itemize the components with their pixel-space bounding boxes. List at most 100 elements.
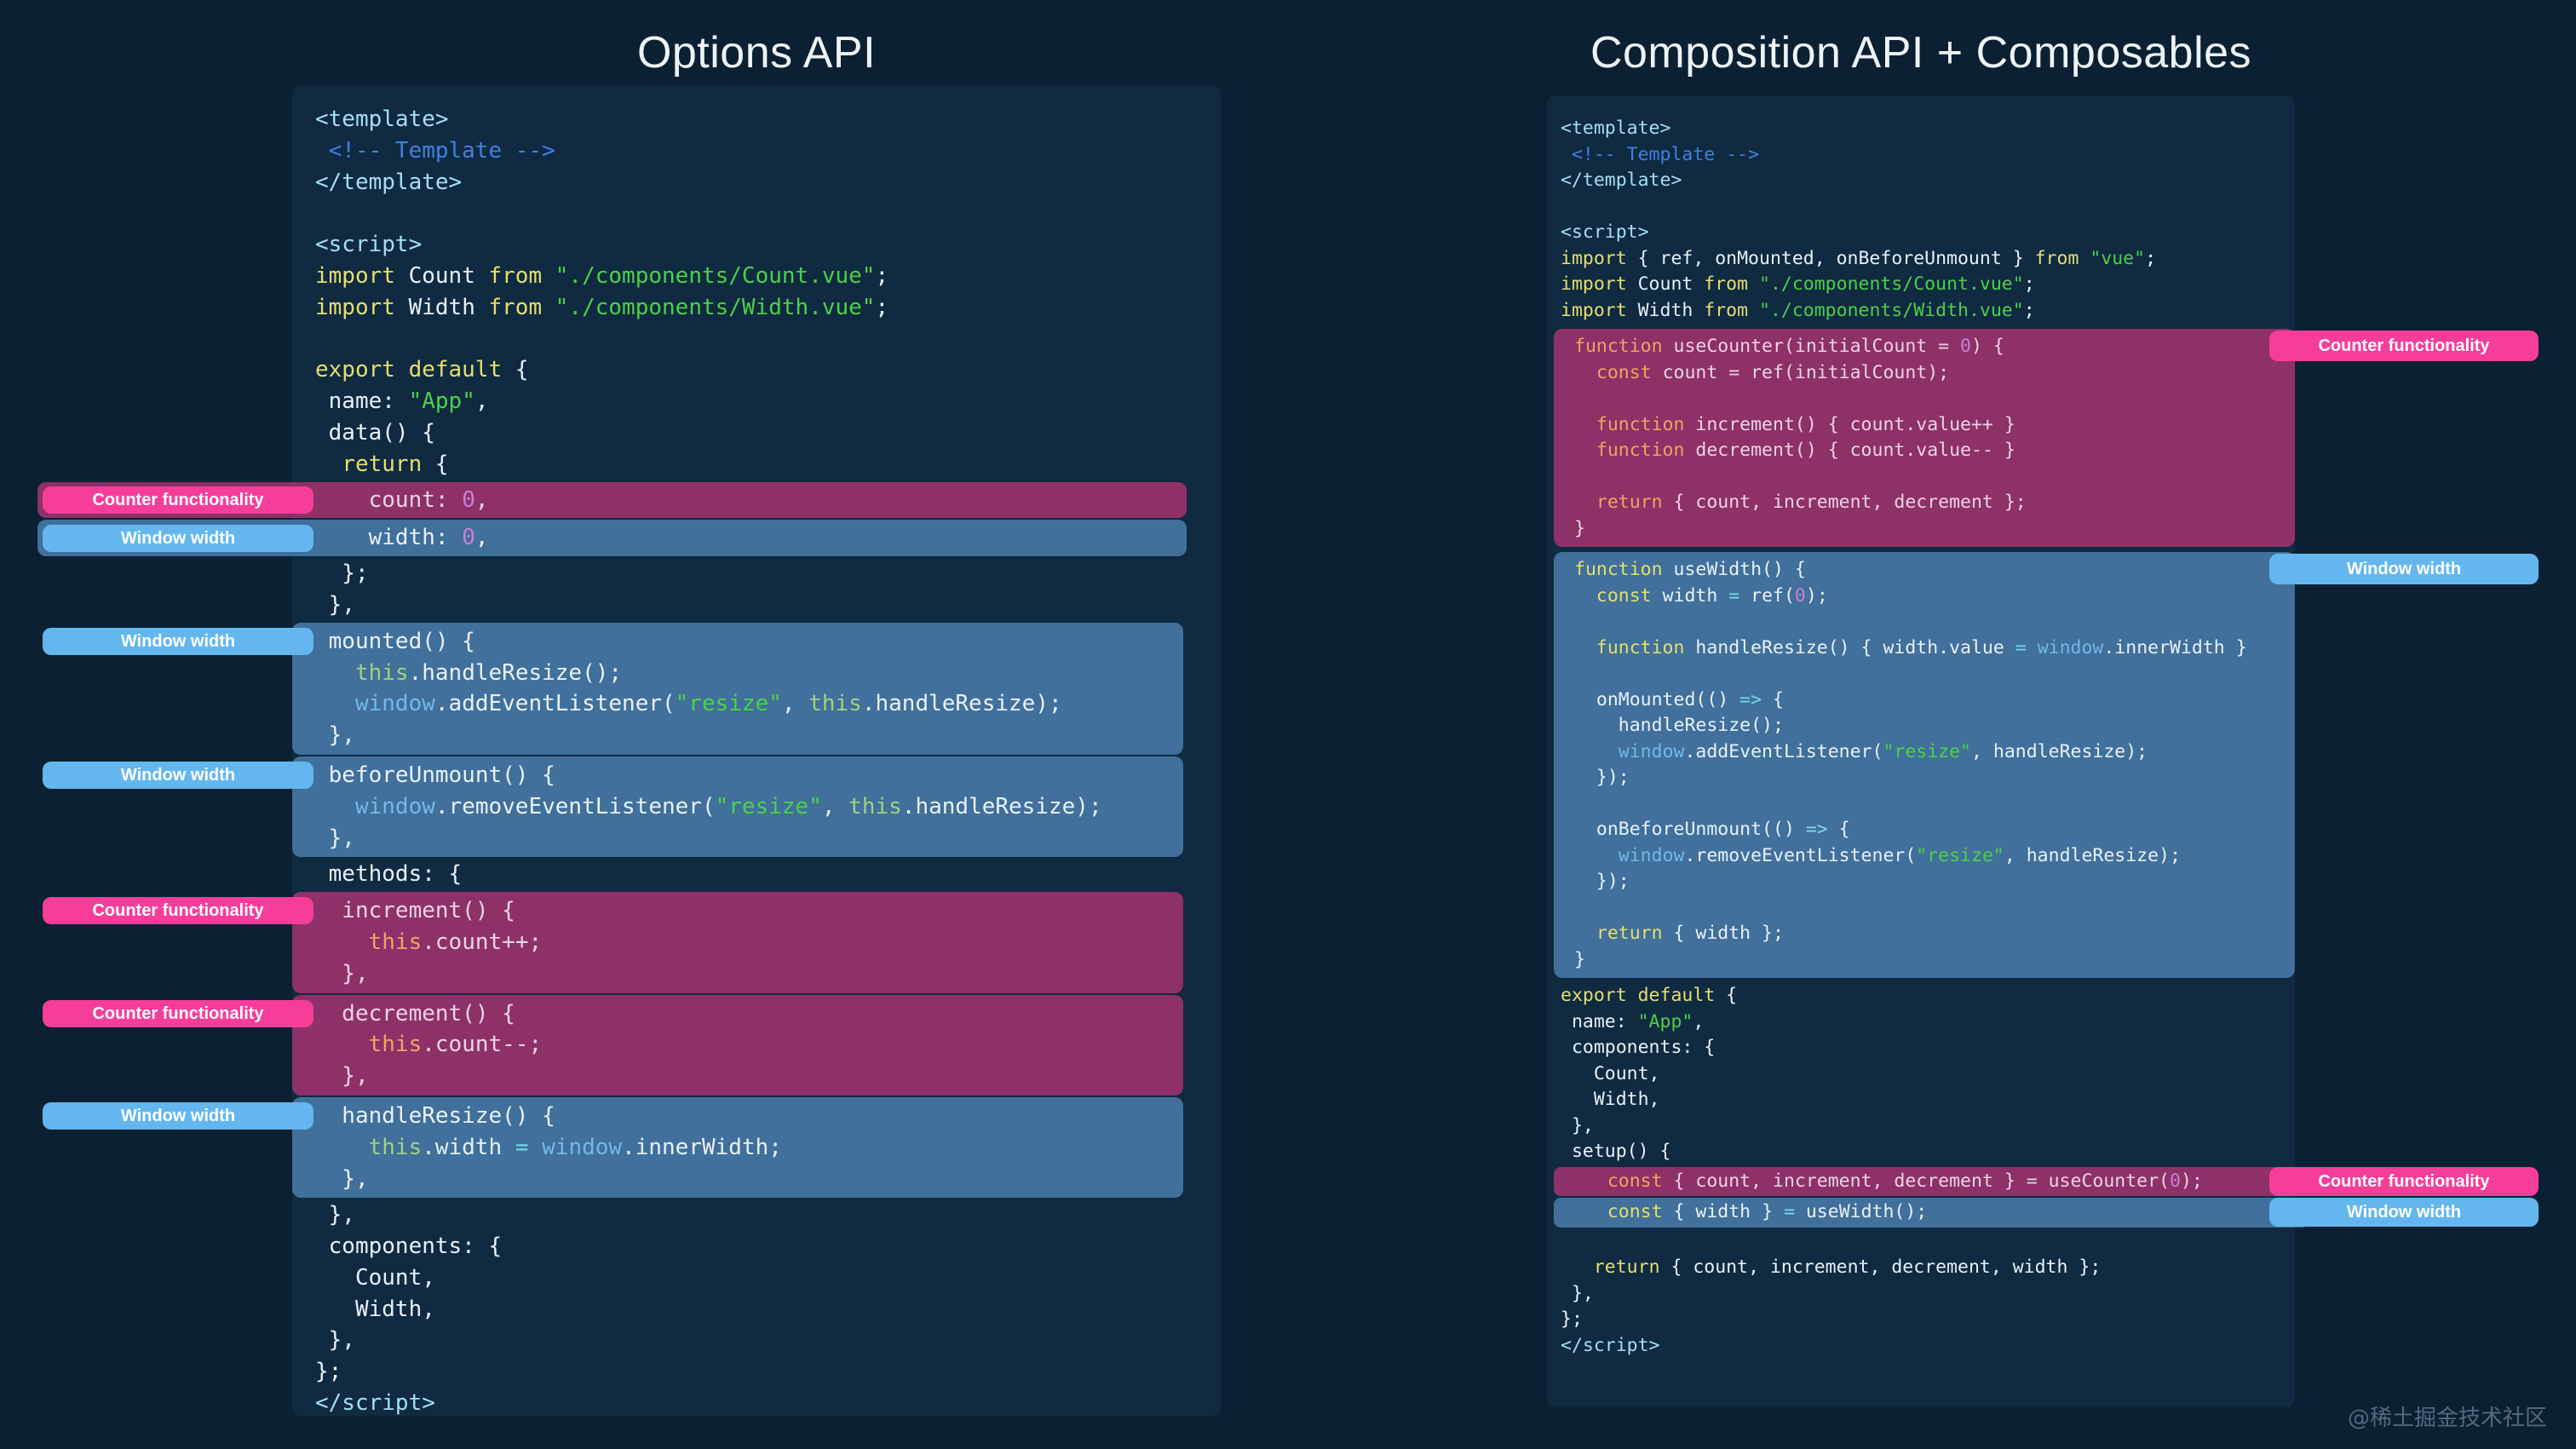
- code-line: export default {: [1561, 983, 2295, 1009]
- code-line: [1574, 661, 2295, 687]
- code-line: data() {: [315, 417, 1221, 449]
- label-pill-counter: Counter functionality: [43, 897, 313, 924]
- code-line: </template>: [315, 167, 1221, 198]
- page: { "page": { "watermark": "@稀土掘金技术社区", "b…: [0, 0, 2576, 1449]
- code-line: [1561, 194, 2295, 221]
- code-line: export default {: [315, 354, 1221, 386]
- code-line: return { count, increment, decrement };: [1574, 490, 2295, 516]
- label-pill-width: Window width: [43, 1102, 313, 1130]
- code-line: beforeUnmount() {: [315, 760, 1183, 791]
- code-line: }: [1574, 947, 2295, 974]
- code-line: this.count--;: [315, 1029, 1183, 1061]
- code-line: },: [315, 823, 1183, 854]
- code-line: }: [1574, 516, 2295, 543]
- code-line: return {: [315, 449, 1221, 480]
- label-pill-width: Window width: [43, 762, 313, 789]
- label-pill-width: Window width: [2269, 1198, 2539, 1227]
- code-line: [1574, 609, 2295, 635]
- code-line: Width,: [315, 1294, 1221, 1325]
- code-line: },: [1561, 1113, 2295, 1140]
- code-line: });: [1574, 869, 2295, 895]
- label-pill-counter: Counter functionality: [43, 486, 313, 514]
- highlight-block-pink: count: 0,Counter functionality: [37, 482, 1187, 519]
- code-line: [315, 324, 1221, 355]
- code-line: </script>: [1561, 1333, 2295, 1360]
- code-line: this.width = window.innerWidth;: [315, 1132, 1183, 1164]
- code-line: Width,: [1561, 1087, 2295, 1113]
- code-line: <script>: [315, 229, 1221, 261]
- code-line: [315, 198, 1221, 229]
- code-line: };: [1561, 1307, 2295, 1333]
- code-line: return { count, increment, decrement, wi…: [1561, 1255, 2295, 1281]
- code-line: <!-- Template -->: [315, 135, 1221, 167]
- code-line: },: [315, 1325, 1221, 1356]
- highlight-block-pink: function useCounter(initialCount = 0) { …: [1554, 329, 2295, 547]
- code-line: </script>: [315, 1388, 1221, 1419]
- code-line: function useCounter(initialCount = 0) {: [1574, 334, 2295, 360]
- code-line: increment() {: [315, 895, 1183, 927]
- code-line: mounted() {: [315, 626, 1183, 658]
- code-line: count: 0,: [315, 485, 1187, 516]
- code-line: setup() {: [1561, 1139, 2295, 1165]
- code-line: },: [315, 1199, 1221, 1231]
- code-line: window.removeEventListener("resize", thi…: [315, 791, 1183, 823]
- code-line: <script>: [1561, 220, 2295, 246]
- code-line: window.removeEventListener("resize", han…: [1574, 843, 2295, 870]
- code-line: import Width from "./components/Width.vu…: [1561, 298, 2295, 325]
- code-segment: return { count, increment, decrement, wi…: [1561, 1229, 2295, 1360]
- code-line: handleResize();: [1574, 713, 2295, 739]
- code-line: components: {: [1561, 1035, 2295, 1061]
- code-line: import Width from "./components/Width.vu…: [315, 292, 1221, 324]
- code-line: this.count++;: [315, 927, 1183, 958]
- code-line: import { ref, onMounted, onBeforeUnmount…: [1561, 246, 2295, 273]
- highlight-block-blue: handleResize() { this.width = window.inn…: [292, 1097, 1183, 1198]
- label-pill-counter: Counter functionality: [2269, 1167, 2539, 1196]
- code-line: components: {: [315, 1231, 1221, 1262]
- code-line: [1561, 1229, 2295, 1256]
- code-line: <template>: [1561, 116, 2295, 142]
- watermark: @稀土掘金技术社区: [2348, 1400, 2547, 1432]
- code-line: name: "App",: [1561, 1009, 2295, 1036]
- label-pill-counter: Counter functionality: [43, 1000, 313, 1027]
- label-pill-width: Window width: [2269, 554, 2539, 584]
- code-line: name: "App",: [315, 386, 1221, 417]
- code-line: const width = ref(0);: [1574, 584, 2295, 610]
- left-panel-title: Options API: [292, 27, 1221, 78]
- code-segment: <template> <!-- Template --></template> …: [315, 104, 1221, 480]
- code-line: },: [315, 1061, 1183, 1092]
- right-panel-title: Composition API + Composables: [1547, 27, 2295, 78]
- code-line: methods: {: [315, 859, 1221, 890]
- code-segment: }; },: [315, 558, 1221, 621]
- code-line: [1574, 386, 2295, 412]
- code-line: import Count from "./components/Count.vu…: [315, 261, 1221, 292]
- code-line: import Count from "./components/Count.vu…: [1561, 272, 2295, 298]
- composition-api-code-panel: <template> <!-- Template --></template> …: [1547, 95, 2295, 1407]
- code-line: onBeforeUnmount(() => {: [1574, 817, 2295, 843]
- code-line: };: [315, 1356, 1221, 1388]
- highlight-block-blue: width: 0,Window width: [37, 520, 1187, 556]
- highlight-block-pink: const { count, increment, decrement } = …: [1554, 1167, 2309, 1197]
- code-segment: }, components: { Count, Width, },};</scr…: [315, 1199, 1221, 1419]
- code-line: handleResize() {: [315, 1101, 1183, 1132]
- code-line: Count,: [1561, 1061, 2295, 1088]
- label-pill-counter: Counter functionality: [2269, 331, 2539, 361]
- code-line: };: [315, 558, 1221, 589]
- code-line: decrement() {: [315, 998, 1183, 1030]
- highlight-block-blue: const { width } = useWidth();Window widt…: [1554, 1198, 2309, 1228]
- options-api-code-panel: <template> <!-- Template --></template> …: [292, 85, 1221, 1416]
- highlight-block-blue: function useWidth() { const width = ref(…: [1554, 552, 2295, 978]
- code-line: window.addEventListener("resize", this.h…: [315, 688, 1183, 720]
- code-line: [1574, 895, 2295, 922]
- code-line: onMounted(() => {: [1574, 687, 2295, 714]
- code-line: function decrement() { count.value-- }: [1574, 438, 2295, 464]
- code-line: },: [315, 589, 1221, 621]
- code-line: },: [315, 720, 1183, 751]
- code-line: function handleResize() { width.value = …: [1574, 635, 2295, 662]
- highlight-block-pink: decrement() { this.count--; },Counter fu…: [292, 995, 1183, 1095]
- highlight-block-blue: mounted() { this.handleResize(); window.…: [292, 623, 1183, 755]
- code-line: window.addEventListener("resize", handle…: [1574, 739, 2295, 766]
- code-line: <template>: [315, 104, 1221, 135]
- code-line: function increment() { count.value++ }: [1574, 412, 2295, 439]
- code-line: return { width };: [1574, 921, 2295, 947]
- code-line: const { count, increment, decrement } = …: [1574, 1169, 2309, 1195]
